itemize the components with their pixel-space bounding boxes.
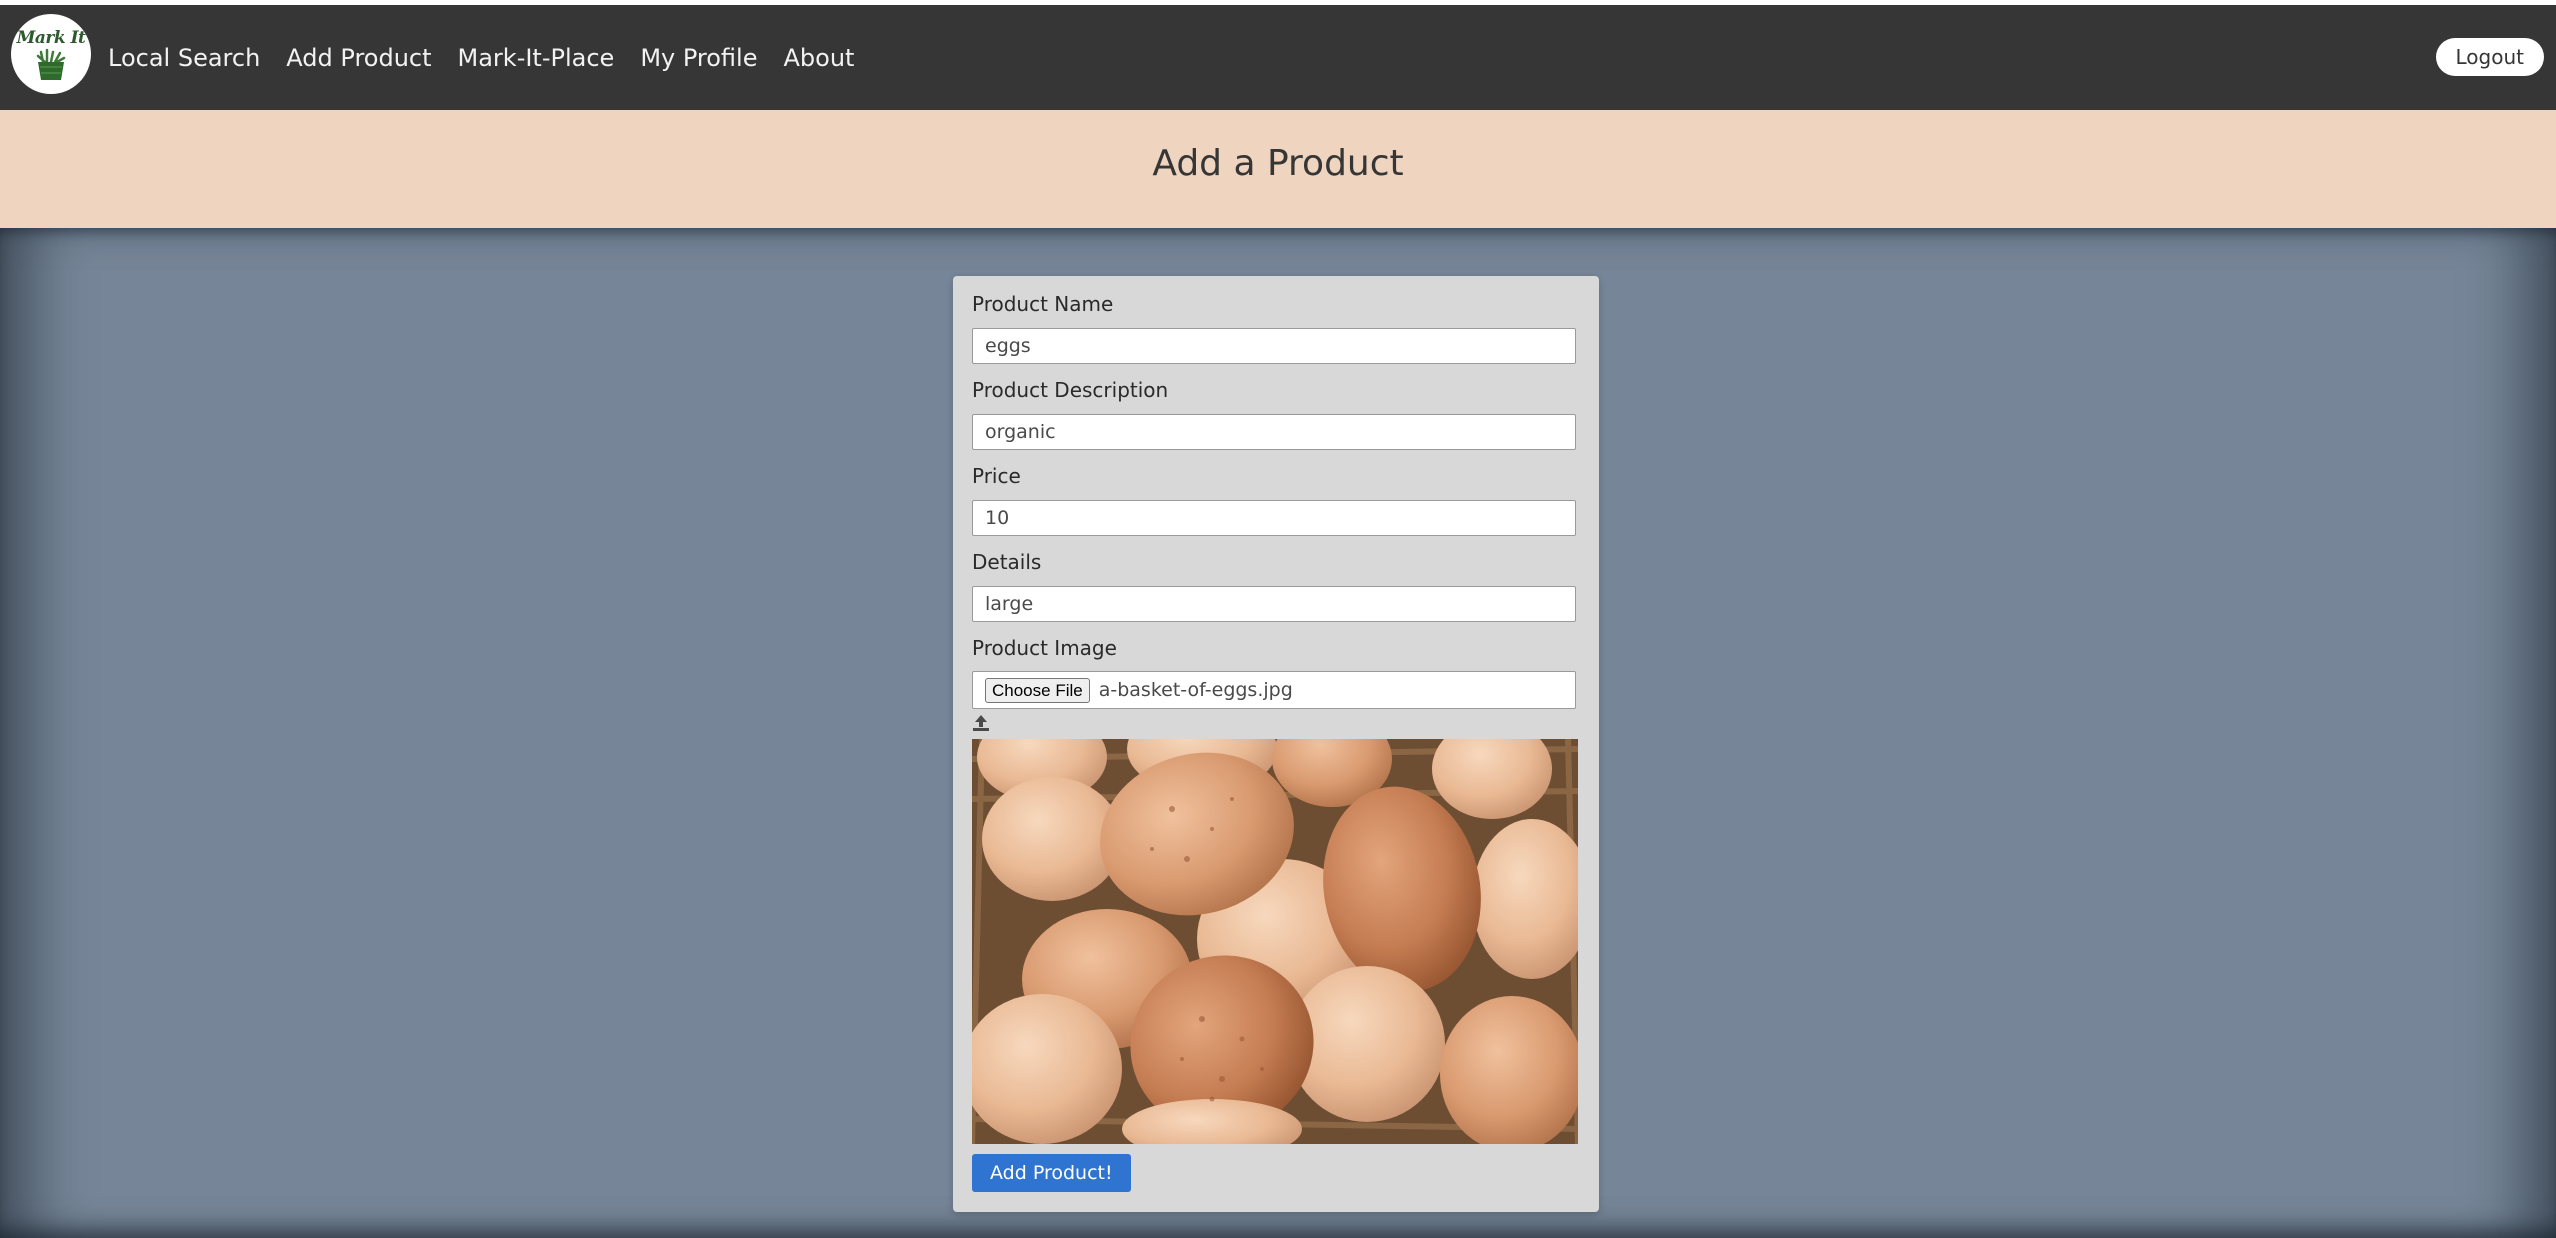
upload-icon[interactable]	[972, 714, 990, 736]
main-area: Product Name Product Description Price D…	[0, 228, 2556, 1238]
add-product-form: Product Name Product Description Price D…	[953, 276, 1599, 1212]
product-image-preview	[972, 739, 1578, 1144]
product-image-label: Product Image	[972, 636, 1117, 660]
product-name-label: Product Name	[972, 292, 1114, 316]
product-description-input[interactable]	[972, 414, 1576, 450]
product-description-label: Product Description	[972, 378, 1169, 402]
details-label: Details	[972, 550, 1042, 574]
page-title: Add a Product	[1152, 142, 1404, 184]
nav-about[interactable]: About	[783, 44, 854, 72]
details-input[interactable]	[972, 586, 1576, 622]
add-product-button[interactable]: Add Product!	[972, 1154, 1131, 1192]
nav-mark-it-place[interactable]: Mark-It-Place	[458, 44, 615, 72]
price-input[interactable]	[972, 500, 1576, 536]
nav-local-search[interactable]: Local Search	[108, 44, 260, 72]
logo-text: Mark It	[16, 28, 86, 48]
nav-my-profile[interactable]: My Profile	[640, 44, 757, 72]
choose-file-button[interactable]: Choose File	[985, 677, 1090, 703]
nav-links: Local Search Add Product Mark-It-Place M…	[108, 5, 880, 110]
price-label: Price	[972, 464, 1021, 488]
file-name: a-basket-of-eggs.jpg	[1098, 679, 1293, 701]
basket-icon	[36, 48, 66, 80]
page: Mark It Local Search Add Product Mark-It…	[0, 0, 2556, 1238]
product-name-input[interactable]	[972, 328, 1576, 364]
hero-banner: Add a Product	[0, 110, 2556, 228]
logout-button[interactable]: Logout	[2435, 38, 2544, 76]
file-input[interactable]: Choose File a-basket-of-eggs.jpg	[972, 671, 1576, 709]
logo[interactable]: Mark It	[11, 14, 91, 94]
navbar: Mark It Local Search Add Product Mark-It…	[0, 5, 2556, 110]
nav-add-product[interactable]: Add Product	[286, 44, 431, 72]
